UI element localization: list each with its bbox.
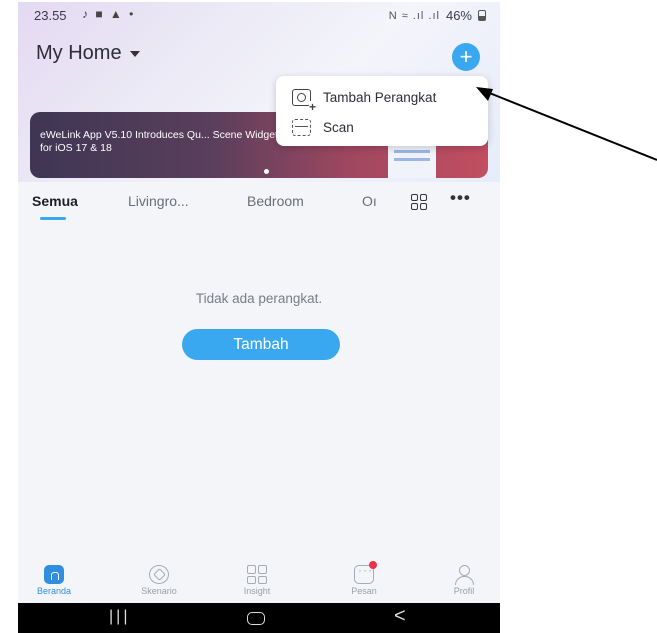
banner-text: eWeLink App V5.10 Introduces Qu... Scene…	[40, 129, 284, 154]
recent-apps-icon[interactable]: |||	[109, 608, 130, 626]
menu-item-scan[interactable]: Scan	[292, 114, 354, 140]
nav-label: Pesan	[351, 586, 377, 596]
home-name: My Home	[36, 42, 122, 64]
bottom-navigation: Beranda Skenario Insight Pesan Profil	[18, 561, 500, 600]
status-bar: 23.55 ♪ ■ ▲ • N ≈ .ıl .ıl 46%	[18, 2, 500, 28]
nav-item-messages[interactable]: Pesan	[336, 561, 392, 596]
nav-item-insight[interactable]: Insight	[229, 565, 285, 596]
more-icon[interactable]: •••	[450, 188, 471, 208]
status-right: N ≈ .ıl .ıl 46%	[389, 8, 486, 23]
insight-icon	[247, 565, 267, 584]
grid-view-icon[interactable]	[411, 194, 427, 210]
profile-icon	[454, 565, 474, 585]
notification-icons: ♪ ■ ▲ •	[82, 7, 136, 21]
battery-percent: 46%	[445, 8, 472, 23]
phone-screen: 23.55 ♪ ■ ▲ • N ≈ .ıl .ıl 46% My Home + …	[18, 2, 500, 633]
menu-item-add-device[interactable]: Tambah Perangkat	[292, 84, 437, 113]
battery-icon	[478, 10, 486, 21]
tab-other[interactable]: Oı	[362, 193, 377, 209]
nav-item-home[interactable]: Beranda	[26, 565, 82, 596]
nav-item-scene[interactable]: Skenario	[131, 565, 187, 596]
caret-down-icon	[129, 50, 140, 57]
home-selector[interactable]: My Home	[36, 42, 140, 65]
menu-item-label: Tambah Perangkat	[323, 89, 437, 105]
message-icon	[354, 561, 377, 584]
home-icon	[44, 565, 64, 584]
home-button-icon[interactable]	[247, 612, 265, 625]
screenshot-canvas: 23.55 ♪ ■ ▲ • N ≈ .ıl .ıl 46% My Home + …	[0, 0, 657, 633]
tab-all[interactable]: Semua	[32, 193, 78, 209]
system-navigation-bar: ||| <	[18, 603, 500, 633]
empty-state-message: Tidak ada perangkat.	[195, 291, 323, 306]
scan-icon	[292, 118, 311, 136]
arrow-line	[481, 89, 657, 161]
tab-livingroom[interactable]: Livingro...	[128, 193, 189, 209]
room-tabs: Semua Livingro... Bedroom Oı •••	[18, 182, 500, 220]
menu-item-label: Scan	[323, 119, 354, 135]
nav-item-profile[interactable]: Profil	[436, 565, 492, 596]
add-menu-popup: Tambah Perangkat Scan	[276, 76, 488, 146]
add-device-button[interactable]: Tambah	[182, 329, 340, 360]
nav-label: Profil	[453, 586, 475, 596]
scene-icon	[149, 565, 169, 584]
nav-label: Beranda	[36, 586, 72, 596]
back-icon[interactable]: <	[394, 605, 406, 628]
add-device-icon	[292, 88, 317, 113]
nav-label: Insight	[243, 586, 271, 596]
banner-page-indicator	[264, 169, 269, 174]
active-tab-indicator	[40, 217, 66, 220]
plus-icon: +	[459, 44, 473, 69]
add-button[interactable]: +	[452, 43, 480, 71]
status-time: 23.55	[34, 8, 67, 23]
tab-bedroom[interactable]: Bedroom	[247, 193, 304, 209]
nav-label: Skenario	[141, 586, 177, 596]
signal-icons: N ≈ .ıl .ıl	[388, 9, 440, 22]
